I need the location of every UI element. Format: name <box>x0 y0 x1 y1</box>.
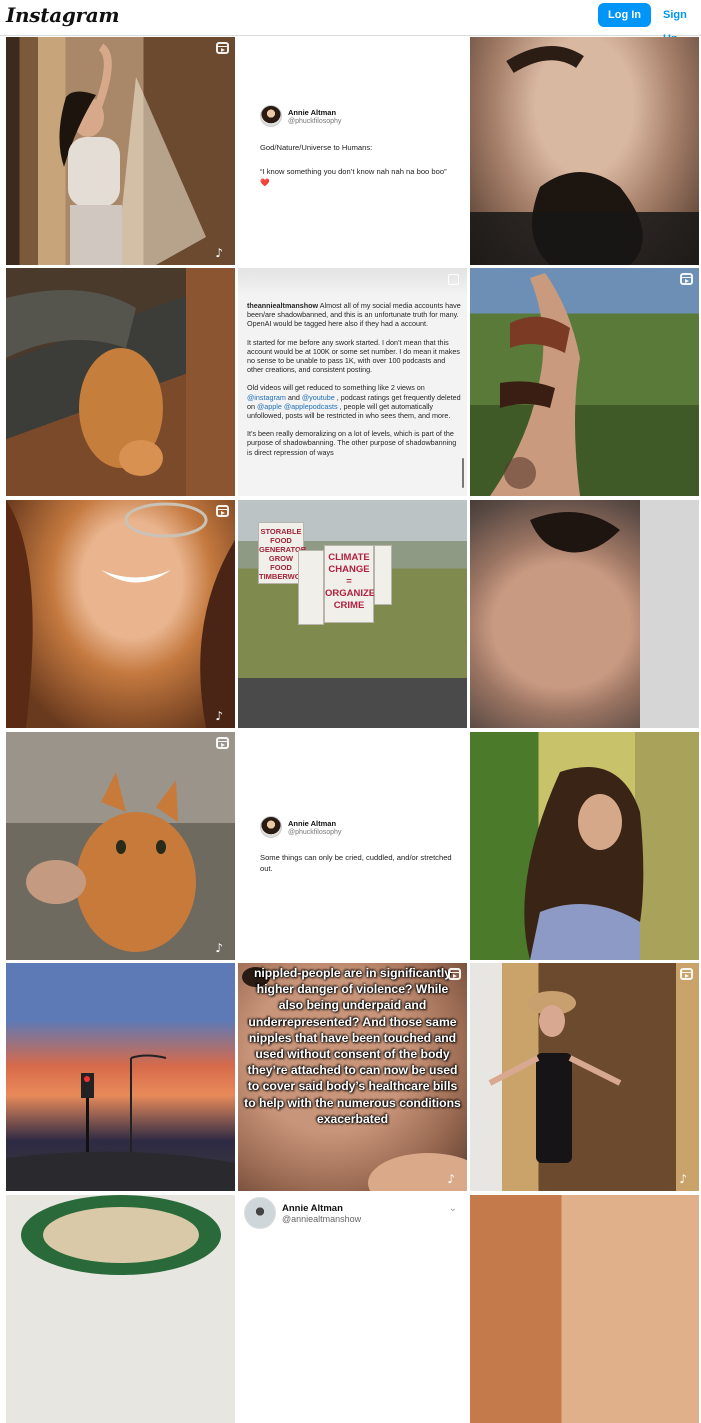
protest-sign-partial <box>374 545 392 605</box>
tweet-line-2: “I know something you don’t know nah nah… <box>260 166 450 188</box>
tweet-author-name: Annie Altman <box>288 107 337 117</box>
tiktok-icon: ♪ <box>215 941 223 955</box>
avatar <box>260 816 282 838</box>
tweet-author-handle: @phuckfilosophy <box>288 828 342 836</box>
photo-figure <box>488 991 622 1163</box>
tweet-author-handle: @phuckfilosophy <box>288 117 342 125</box>
post-tile-orange-cat[interactable]: ♪ <box>6 732 235 960</box>
post-tile-dancing-woman[interactable]: ♪ <box>6 37 235 265</box>
overlay-caption: nippled-people are in significantly high… <box>244 966 461 1126</box>
login-button[interactable]: Log In <box>598 3 651 27</box>
caption-text-fragment: and <box>285 392 302 402</box>
mention-apple[interactable]: @apple <box>257 402 282 411</box>
caption-header-shade <box>238 268 467 296</box>
caption-username[interactable]: theanniealtmanshow <box>247 301 318 310</box>
profile-header: Annie Altman @anniealtmanshow <box>244 1197 361 1229</box>
reel-icon <box>680 273 693 285</box>
post-tile-tweet-god-nature[interactable]: Annie Altman @phuckfilosophy God/Nature/… <box>238 37 467 265</box>
protest-sign-climate: CLIMATE CHANGE = ORGANIZED CRIME <box>324 545 382 623</box>
photo-figure <box>490 273 580 496</box>
chevron-down-icon[interactable]: ⌄ <box>449 1203 457 1214</box>
tiktok-icon: ♪ <box>215 246 223 260</box>
tweet-quote: “I know something you don’t know nah nah… <box>260 167 447 176</box>
photo-figure <box>26 772 196 952</box>
post-tile-woman-backbend[interactable] <box>470 268 699 496</box>
post-tile-partial-photo[interactable] <box>470 1195 699 1423</box>
mention-youtube[interactable]: @youtube <box>302 393 335 402</box>
tweet-header: Annie Altman @phuckfilosophy <box>260 105 341 127</box>
post-tile-woman-back[interactable] <box>470 500 699 728</box>
post-tile-coffee-cup[interactable] <box>6 1195 235 1423</box>
caption-paragraph-3: Old videos will get reduced to something… <box>247 383 461 420</box>
post-tile-shadowban-caption[interactable]: theanniealtmanshow Almost all of my soci… <box>238 268 467 496</box>
instagram-logo[interactable]: Instagram <box>6 3 120 27</box>
avatar[interactable] <box>244 1197 276 1229</box>
top-bar: Instagram Log In Sign Up <box>0 0 701 45</box>
photo-figure <box>470 46 699 265</box>
post-tile-text-overlay-video[interactable]: nippled-people are in significantly high… <box>238 963 467 1191</box>
photo-figure <box>21 1195 221 1275</box>
photo-figure <box>6 1054 235 1191</box>
photo-figure <box>530 500 699 728</box>
reel-icon <box>448 968 461 980</box>
caption-paragraph-2: It started for me before any swork start… <box>247 337 460 375</box>
post-tile-tweet-cried-cuddled[interactable]: Annie Altman @phuckfilosophy Some things… <box>238 732 467 960</box>
heart-icon: ❤️ <box>260 178 270 187</box>
tiktok-icon: ♪ <box>679 1172 687 1186</box>
tiktok-icon: ♪ <box>215 709 223 723</box>
signup-link[interactable]: Sign Up <box>663 3 701 45</box>
caption-paragraph-4: It’s been really demoralizing on a lot o… <box>247 429 457 457</box>
post-tile-roadside-signs[interactable]: STORABLE FOOD GENERATOR GROW FOOD TIMBER… <box>238 500 467 728</box>
tweet-line-1: God/Nature/Universe to Humans: <box>260 143 373 152</box>
reel-icon <box>216 737 229 749</box>
avatar <box>260 105 282 127</box>
profile-handle: @anniealtmanshow <box>282 1213 362 1224</box>
post-tile-profile-card[interactable]: Annie Altman @anniealtmanshow ⌄ <box>238 1195 467 1423</box>
tweet-author-name: Annie Altman <box>288 818 337 828</box>
carousel-icon <box>448 274 459 285</box>
photo-figure <box>524 767 644 960</box>
post-tile-curly-hair-woman[interactable] <box>470 732 699 960</box>
mention-applepodcasts[interactable]: @applepodcasts <box>284 402 338 411</box>
caption-scrollbar[interactable] <box>462 458 464 488</box>
post-tile-woman-doorway[interactable]: ♪ <box>470 963 699 1191</box>
caption-text-fragment: Old videos will get reduced to something… <box>247 383 425 393</box>
post-tile-smiling-woman[interactable]: ♪ <box>6 500 235 728</box>
mention-instagram[interactable]: @instagram <box>247 393 286 402</box>
photo-figure <box>59 43 206 265</box>
caption-text: theanniealtmanshow Almost all of my soci… <box>247 301 461 466</box>
profile-name: Annie Altman <box>282 1202 343 1214</box>
reel-icon <box>680 968 693 980</box>
tweet-text: Some things can only be cried, cuddled, … <box>260 853 452 873</box>
post-tile-cat-on-couch[interactable] <box>6 268 235 496</box>
photo-figure <box>6 268 235 496</box>
post-tile-sunset-traffic-light[interactable] <box>6 963 235 1191</box>
protest-sign-partial <box>298 550 324 625</box>
tweet-header: Annie Altman @phuckfilosophy <box>260 816 341 838</box>
post-tile-woman-closeup[interactable] <box>470 37 699 265</box>
reel-icon <box>216 505 229 517</box>
reel-icon <box>216 42 229 54</box>
photo-figure <box>6 500 235 728</box>
tiktok-icon: ♪ <box>447 1172 455 1186</box>
